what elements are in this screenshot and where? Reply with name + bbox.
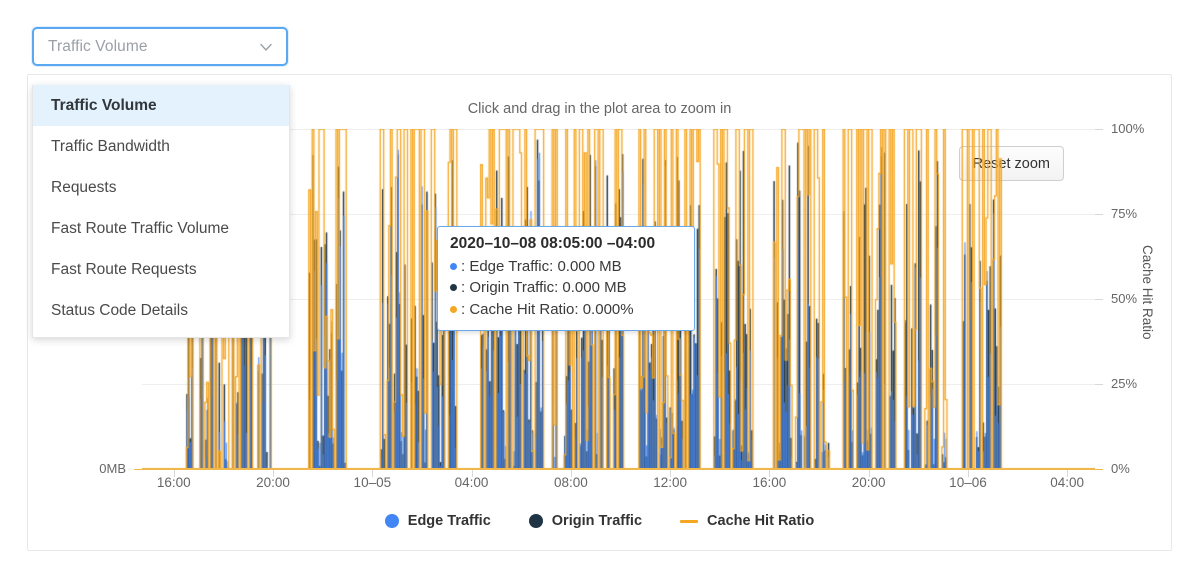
- series-dot-icon: [450, 263, 457, 271]
- legend-item-cache-hit-ratio[interactable]: Cache Hit Ratio: [680, 513, 814, 529]
- x-axis-tickmark: [1067, 470, 1069, 477]
- x-axis-tickmark: [570, 470, 572, 477]
- x-axis-line: [142, 468, 1095, 470]
- chart-tooltip: 2020–10–08 08:05:00 –04:00 : Edge Traffi…: [437, 226, 695, 331]
- dropdown-option-label: Traffic Volume: [51, 96, 157, 114]
- dropdown-option-label: Traffic Bandwidth: [51, 137, 170, 155]
- tooltip-row-text: : Edge Traffic: 0.000 MB: [461, 258, 622, 275]
- x-axis-tick-label: 16:00: [752, 475, 787, 490]
- metric-select-value: Traffic Volume: [48, 37, 148, 55]
- dropdown-option-fast-route-requests[interactable]: Fast Route Requests: [33, 249, 289, 290]
- right-axis-tickmark: [1095, 384, 1103, 385]
- series-dot-icon: [450, 284, 457, 292]
- x-axis-tickmark: [471, 470, 473, 477]
- x-axis-tick-label: 04:00: [1050, 475, 1085, 490]
- dropdown-option-label: Fast Route Requests: [51, 260, 197, 278]
- dropdown-option-traffic-bandwidth[interactable]: Traffic Bandwidth: [33, 126, 289, 167]
- x-axis-tickmark: [670, 470, 672, 477]
- legend-item-origin-traffic[interactable]: Origin Traffic: [528, 513, 643, 529]
- tooltip-row-origin-traffic: : Origin Traffic: 0.000 MB: [450, 277, 682, 298]
- dropdown-option-label: Fast Route Traffic Volume: [51, 219, 230, 237]
- right-axis-tick-label: 75%: [1111, 206, 1138, 221]
- x-axis-tickmark: [372, 470, 374, 477]
- x-axis-tick-label: 16:00: [156, 475, 191, 490]
- legend-circle-icon: [528, 514, 543, 528]
- x-axis-tickmark: [967, 470, 969, 477]
- dropdown-option-label: Requests: [51, 178, 117, 196]
- legend-item-edge-traffic[interactable]: Edge Traffic: [384, 513, 491, 529]
- x-axis-tick-label: 10–06: [949, 475, 987, 490]
- dropdown-option-fast-route-traffic-volume[interactable]: Fast Route Traffic Volume: [33, 208, 289, 249]
- x-axis-tick-label: 08:00: [553, 475, 588, 490]
- right-axis-tick-label: 50%: [1111, 291, 1138, 306]
- right-axis-tickmark: [1095, 214, 1103, 215]
- legend-label: Edge Traffic: [407, 513, 491, 529]
- x-axis-tickmark: [173, 470, 175, 477]
- x-axis-tick-label: 20:00: [851, 475, 886, 490]
- right-axis-tick-label: 0%: [1111, 461, 1130, 476]
- x-axis-tick-label: 20:00: [256, 475, 290, 490]
- series-dot-icon: [450, 305, 457, 313]
- tooltip-row-text: : Cache Hit Ratio: 0.000%: [461, 300, 634, 318]
- right-axis-tick-label: 25%: [1111, 376, 1138, 391]
- right-axis-title: Cache Hit Ratio: [1140, 245, 1155, 340]
- dropdown-option-label: Status Code Details: [51, 301, 188, 319]
- legend-label: Cache Hit Ratio: [707, 513, 815, 529]
- chart-legend: Edge Traffic Origin Traffic Cache Hit Rati…: [28, 513, 1171, 529]
- left-axis-tickmark: [134, 469, 142, 470]
- right-axis-tick-label: 100%: [1111, 121, 1145, 136]
- tooltip-row-edge-traffic: : Edge Traffic: 0.000 MB: [450, 256, 682, 277]
- legend-label: Origin Traffic: [551, 513, 643, 529]
- x-axis-tick-label: 10–05: [353, 475, 392, 490]
- x-axis-tickmark: [273, 470, 275, 477]
- x-axis-tickmark: [868, 470, 870, 477]
- legend-line-icon: [680, 519, 699, 523]
- right-axis-tickmark: [1095, 469, 1103, 470]
- tooltip-row-text: : Origin Traffic: 0.000 MB: [461, 279, 627, 297]
- dropdown-option-status-code-details[interactable]: Status Code Details: [33, 290, 289, 331]
- dropdown-option-traffic-volume[interactable]: Traffic Volume: [33, 85, 289, 126]
- right-axis-tickmark: [1095, 129, 1103, 130]
- tooltip-title: 2020–10–08 08:05:00 –04:00: [450, 235, 656, 252]
- metric-select[interactable]: Traffic Volume: [32, 27, 288, 66]
- metric-select-dropdown[interactable]: Traffic Volume Traffic Bandwidth Requests F…: [32, 85, 290, 338]
- x-axis-tick-label: 12:00: [653, 475, 688, 490]
- left-axis-tick-label: 0MB: [99, 461, 126, 476]
- cdn-analytics-screen: Click and drag in the plot area to zoom …: [0, 0, 1200, 579]
- tooltip-rows: : Edge Traffic: 0.000 MB : Origin Traffic…: [450, 256, 682, 320]
- x-axis-tick-label: 04:00: [454, 475, 489, 490]
- right-axis-tickmark: [1095, 299, 1103, 300]
- chevron-down-icon[interactable]: [258, 39, 274, 55]
- tooltip-row-cache-hit-ratio: : Cache Hit Ratio: 0.000%: [450, 299, 682, 320]
- dropdown-option-requests[interactable]: Requests: [33, 167, 289, 208]
- x-axis-tickmark: [769, 470, 771, 477]
- legend-circle-icon: [384, 514, 399, 528]
